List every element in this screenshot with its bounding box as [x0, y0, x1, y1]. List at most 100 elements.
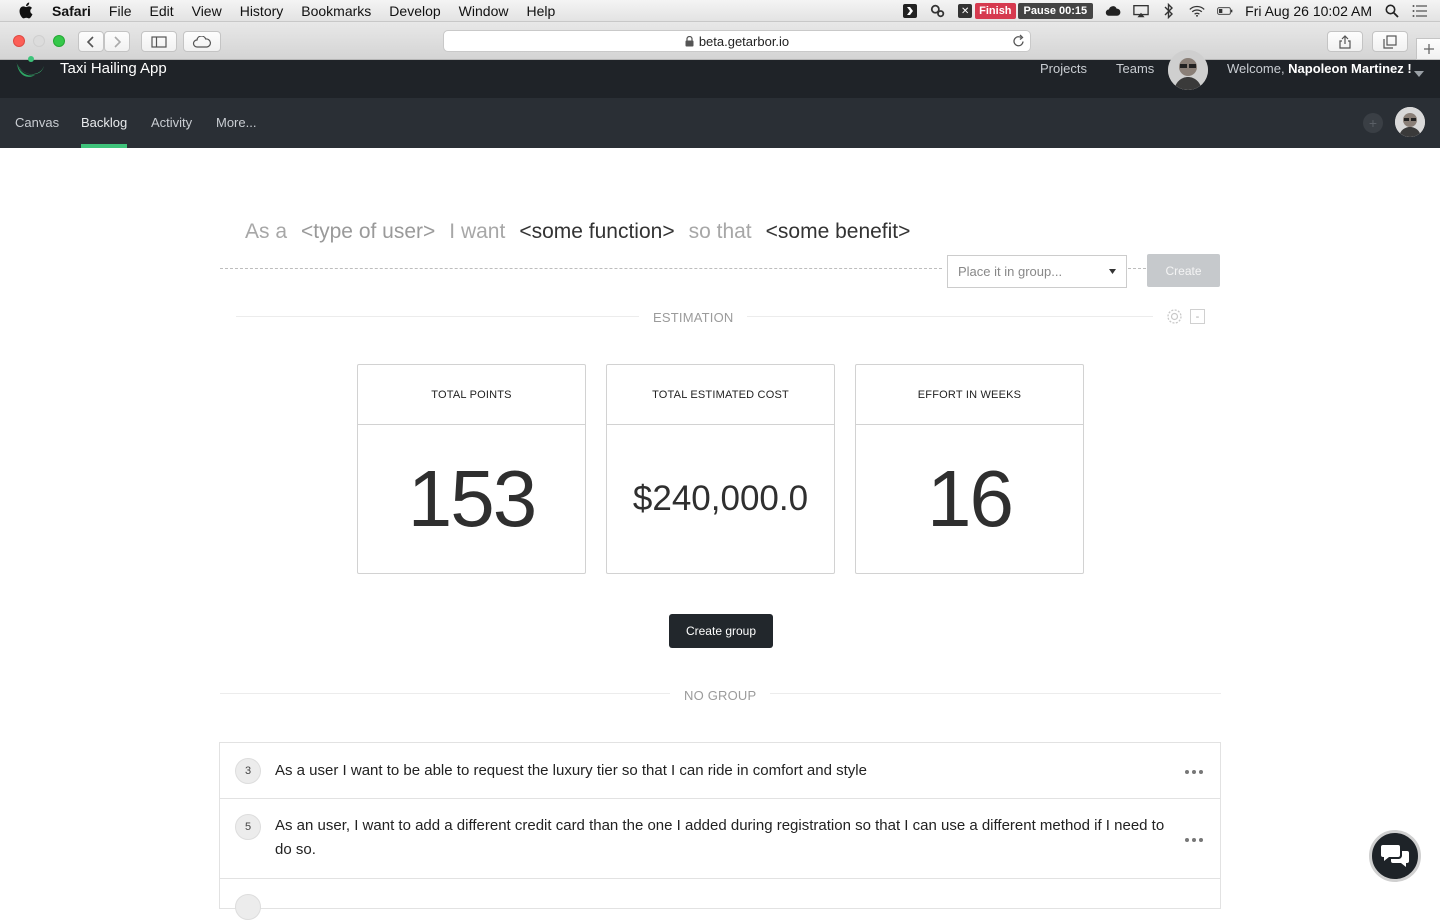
lock-icon	[685, 35, 694, 47]
member-avatar[interactable]	[1395, 107, 1425, 137]
team-avatar[interactable]	[1168, 50, 1208, 90]
story-points-badge[interactable]: 5	[235, 814, 261, 840]
story-row[interactable]	[220, 879, 1220, 920]
gears-icon[interactable]	[930, 4, 946, 18]
no-group-rule-right	[770, 693, 1221, 694]
user-type-input[interactable]: <type of user>	[301, 220, 435, 244]
battery-icon[interactable]	[1217, 4, 1233, 18]
story-text[interactable]: As an user, I want to add a different cr…	[275, 814, 1165, 862]
pause-recording-button[interactable]: Pause 00:15	[1017, 3, 1094, 19]
group-select-placeholder: Place it in group...	[958, 264, 1063, 279]
address-bar[interactable]: beta.getarbor.io	[443, 30, 1031, 52]
chevron-left-icon	[86, 35, 94, 48]
effort-weeks-value: 16	[927, 454, 1014, 543]
wifi-icon[interactable]	[1189, 4, 1205, 18]
card-label: TOTAL POINTS	[358, 365, 585, 425]
teams-link[interactable]: Teams	[1116, 61, 1154, 76]
story-row[interactable]: 5 As an user, I want to add a different …	[220, 799, 1220, 879]
total-cost-value: $240,000.0	[632, 479, 809, 518]
tab-canvas[interactable]: Canvas	[15, 115, 59, 130]
story-points-badge[interactable]: 3	[235, 758, 261, 784]
menu-window[interactable]: Window	[459, 3, 509, 19]
sidebar-toggle-button[interactable]	[141, 31, 177, 52]
notification-center-icon[interactable]	[1412, 4, 1428, 18]
reload-icon[interactable]	[1012, 34, 1025, 48]
projects-link[interactable]: Projects	[1040, 61, 1087, 76]
spotlight-search-icon[interactable]	[1384, 4, 1400, 18]
create-group-button[interactable]: Create group	[669, 614, 773, 648]
forward-button[interactable]	[104, 31, 130, 52]
tab-backlog[interactable]: Backlog	[81, 115, 127, 130]
story-text[interactable]: As a user I want to be able to request t…	[275, 759, 1165, 783]
apple-icon[interactable]	[18, 2, 36, 19]
effort-weeks-card: EFFORT IN WEEKS 16	[855, 364, 1084, 574]
create-story-button[interactable]: Create	[1147, 254, 1220, 287]
url-text: beta.getarbor.io	[698, 33, 790, 49]
collapse-icon[interactable]: -	[1190, 309, 1205, 324]
menu-view[interactable]: View	[192, 3, 222, 19]
chat-bubbles-icon	[1381, 845, 1409, 867]
cloud-icon[interactable]	[1105, 4, 1121, 18]
app-header: Taxi Hailing App Projects Teams Welcome,…	[0, 50, 1440, 98]
menu-edit[interactable]: Edit	[149, 3, 173, 19]
bluetooth-icon[interactable]	[1161, 3, 1177, 19]
story-points-badge[interactable]	[235, 894, 261, 920]
tab-more[interactable]: More...	[216, 115, 256, 130]
more-options-icon[interactable]	[1185, 838, 1203, 842]
tabs-icon	[1383, 34, 1397, 49]
airplay-icon[interactable]	[1133, 4, 1149, 18]
menu-safari[interactable]: Safari	[52, 3, 91, 19]
composer-divider-right	[1128, 268, 1146, 269]
browser-toolbar: beta.getarbor.io	[0, 22, 1440, 60]
share-button[interactable]	[1327, 31, 1363, 52]
menu-history[interactable]: History	[240, 3, 284, 19]
menubar-clock[interactable]: Fri Aug 26 10:02 AM	[1245, 3, 1372, 19]
story-composer: As a <type of user> I want <some functio…	[245, 220, 924, 244]
estimation-rule-left	[236, 316, 639, 317]
new-tab-button[interactable]	[1416, 38, 1440, 60]
plus-icon	[1423, 44, 1434, 54]
tab-activity[interactable]: Activity	[151, 115, 192, 130]
share-icon	[1339, 34, 1351, 49]
arbor-logo-icon[interactable]	[14, 56, 48, 87]
total-points-value: 153	[407, 454, 537, 543]
estimation-rule-right	[747, 316, 1153, 317]
tab-overview-button[interactable]	[1372, 31, 1408, 52]
close-recording-icon[interactable]: ✕	[958, 4, 973, 18]
welcome-message[interactable]: Welcome, Napoleon Martinez !	[1227, 61, 1412, 76]
window-close-button[interactable]	[13, 35, 25, 47]
card-label: TOTAL ESTIMATED COST	[607, 365, 834, 425]
chevron-right-icon	[114, 35, 122, 48]
icloud-tabs-button[interactable]	[183, 31, 221, 52]
project-title[interactable]: Taxi Hailing App	[60, 60, 167, 77]
chat-support-button[interactable]	[1369, 830, 1421, 882]
window-zoom-button[interactable]	[53, 35, 65, 47]
menu-bookmarks[interactable]: Bookmarks	[301, 3, 371, 19]
gear-icon[interactable]	[1166, 308, 1183, 330]
add-member-icon[interactable]: +	[1363, 113, 1383, 133]
screencast-app-icon[interactable]	[902, 4, 918, 18]
active-tab-indicator	[81, 144, 127, 148]
so-that-label: so that	[688, 220, 752, 243]
no-group-rule-left	[220, 693, 670, 694]
function-input[interactable]: <some function>	[519, 220, 674, 244]
back-button[interactable]	[78, 31, 104, 52]
card-label: EFFORT IN WEEKS	[856, 365, 1083, 425]
menu-help[interactable]: Help	[526, 3, 555, 19]
as-a-label: As a	[245, 220, 288, 243]
finish-recording-button[interactable]: Finish	[975, 3, 1016, 19]
story-row[interactable]: 3 As a user I want to be able to request…	[220, 743, 1220, 799]
cloud-outline-icon	[192, 35, 211, 48]
i-want-label: I want	[449, 220, 506, 243]
menu-file[interactable]: File	[109, 3, 132, 19]
benefit-input[interactable]: <some benefit>	[766, 220, 911, 244]
menu-develop[interactable]: Develop	[389, 3, 440, 19]
project-nav: Canvas Backlog Activity More... +	[0, 98, 1440, 148]
caret-down-icon	[1109, 269, 1116, 274]
group-select[interactable]: Place it in group...	[947, 255, 1127, 288]
more-options-icon[interactable]	[1185, 770, 1203, 774]
caret-down-icon[interactable]	[1414, 64, 1424, 82]
menubar-status-area: ✕ Finish Pause 00:15 Fri Aug 26 10:02 AM	[902, 0, 1440, 22]
total-cost-card: TOTAL ESTIMATED COST $240,000.0	[606, 364, 835, 574]
window-minimize-button[interactable]	[33, 35, 45, 47]
